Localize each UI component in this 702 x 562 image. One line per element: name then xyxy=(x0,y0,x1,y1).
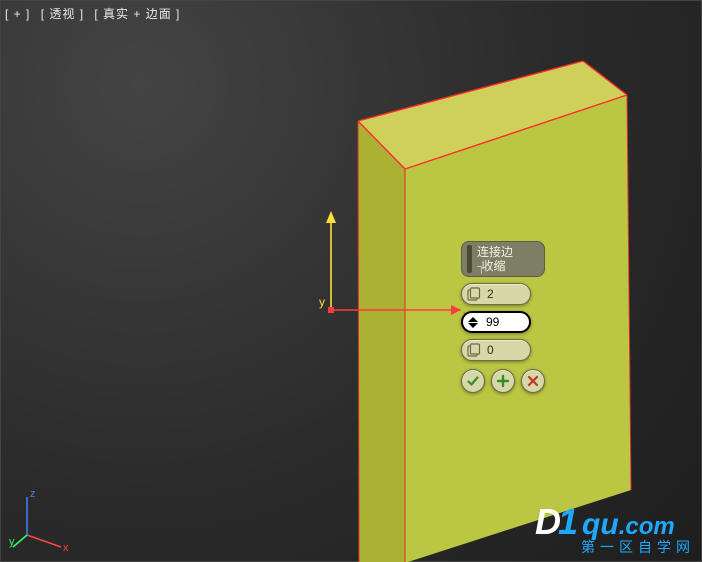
tripod-z-label: z xyxy=(30,488,36,500)
watermark-sub: 第一区自学网 xyxy=(581,537,695,557)
tripod-x-label: x xyxy=(63,542,69,553)
caddy-buttons xyxy=(461,369,545,393)
caddy-header[interactable]: 连接边 收缩 xyxy=(461,241,545,277)
pinch-spinner[interactable]: 99 xyxy=(461,311,531,333)
close-icon xyxy=(526,374,540,388)
watermark-one: 1 xyxy=(558,501,578,543)
check-icon xyxy=(466,374,480,388)
page-stack-icon xyxy=(467,286,481,302)
watermark-d: D xyxy=(535,501,560,543)
segments-spinner[interactable]: 2 xyxy=(461,283,531,305)
cancel-button[interactable] xyxy=(521,369,545,393)
page-stack-icon xyxy=(467,342,481,358)
connect-edges-caddy[interactable]: 连接边 收缩 2 99 xyxy=(461,241,551,393)
tripod-y-label: y xyxy=(9,536,15,548)
viewport[interactable]: [ + ] [ 透视 ] [ 真实 + 边面 ] y x 连接边 xyxy=(0,0,702,562)
slide-spinner[interactable]: 0 xyxy=(461,339,531,361)
drag-handle-icon[interactable] xyxy=(467,245,472,273)
axis-tripod: x y z xyxy=(9,483,79,553)
spinner-arrows-icon xyxy=(468,314,480,330)
plus-icon xyxy=(496,374,510,388)
caddy-subtitle: 收缩 xyxy=(477,259,513,273)
box-object[interactable] xyxy=(1,1,702,562)
pinch-value: 99 xyxy=(486,315,499,329)
watermark: D 1 qu .com 第一区自学网 xyxy=(535,501,695,557)
apply-and-new-button[interactable] xyxy=(491,369,515,393)
caddy-title: 连接边 xyxy=(477,245,513,259)
segments-value: 2 xyxy=(487,287,494,301)
slide-value: 0 xyxy=(487,343,494,357)
apply-button[interactable] xyxy=(461,369,485,393)
